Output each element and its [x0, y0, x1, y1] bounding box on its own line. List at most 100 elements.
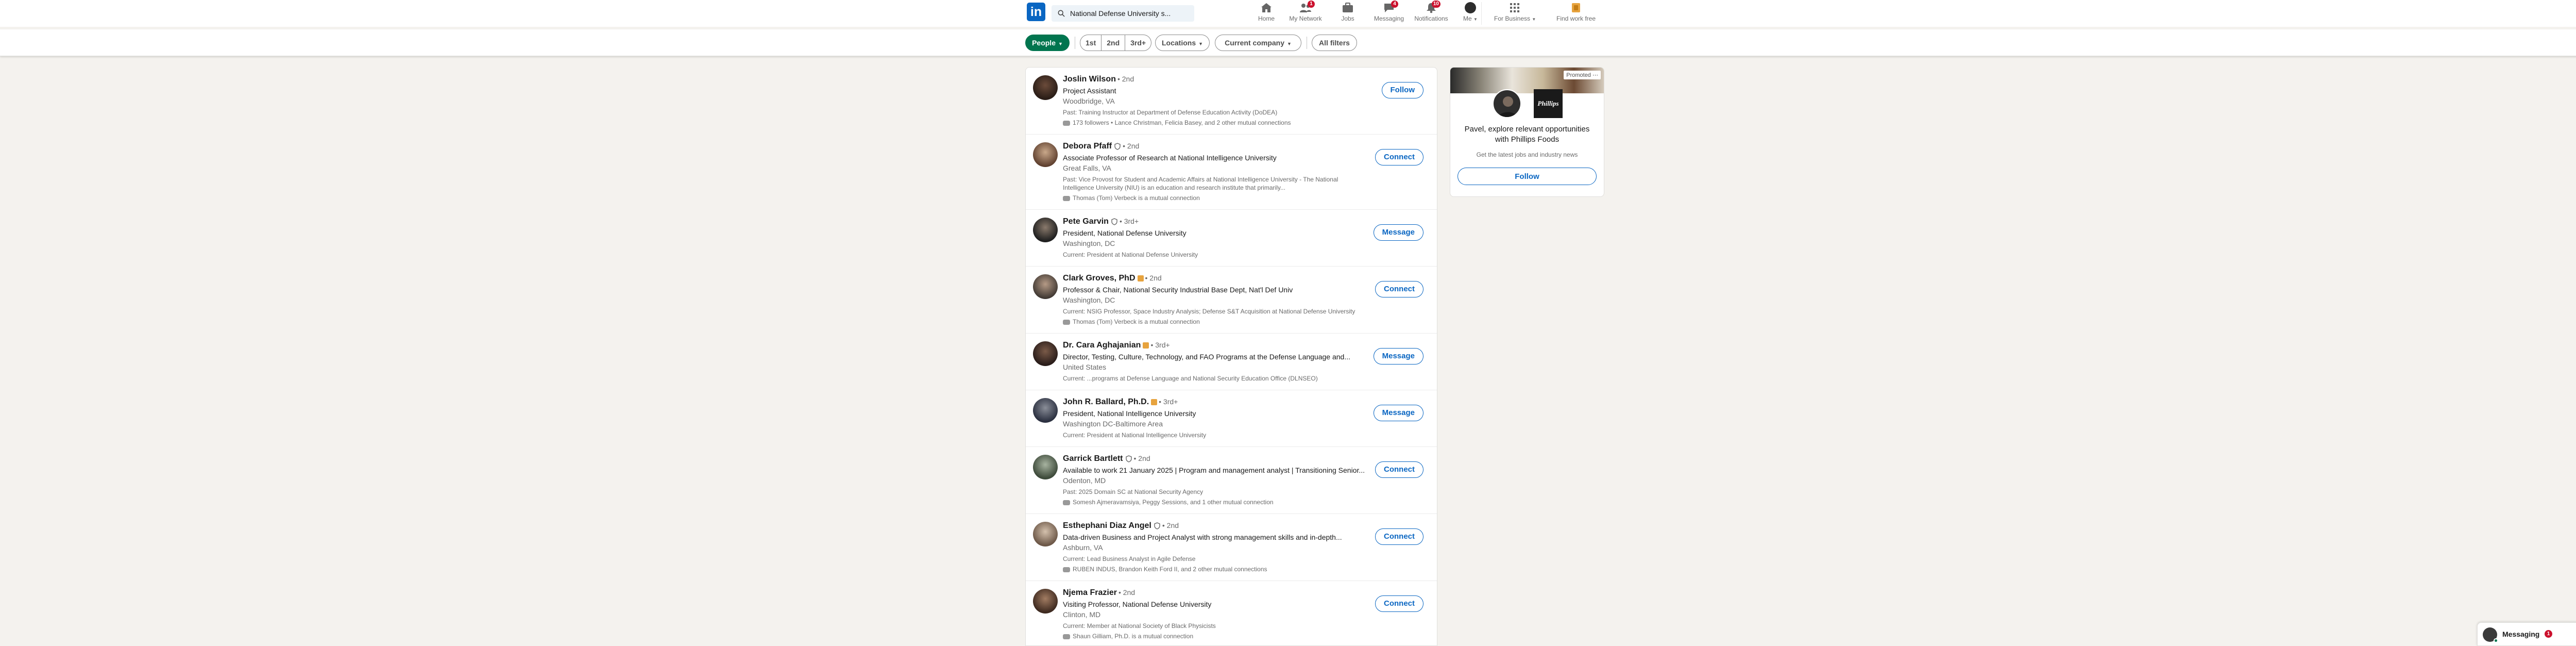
profile-summary: Past: Training Instructor at Department …	[1063, 109, 1278, 116]
connect-button[interactable]: Connect	[1375, 595, 1423, 612]
people-filter-button[interactable]: People ▼	[1025, 35, 1070, 51]
caret-down-icon: ▼	[1287, 41, 1292, 46]
verified-icon	[1154, 522, 1160, 529]
connection-degree: • 2nd	[1162, 521, 1179, 529]
degree-3rd-filter[interactable]: 3rd+	[1125, 35, 1151, 51]
search-input[interactable]	[1070, 5, 1189, 22]
nav-home[interactable]: Home	[1255, 2, 1278, 25]
result-body: Pete Garvin • 3rd+ President, National De…	[1063, 216, 1367, 259]
profile-avatar[interactable]	[1033, 455, 1058, 479]
profile-name-link[interactable]: John R. Ballard, Ph.D.	[1063, 397, 1149, 406]
current-company-filter-button[interactable]: Current company ▼	[1215, 35, 1301, 51]
profile-name-link[interactable]: Dr. Cara Aghajanian	[1063, 341, 1141, 350]
profile-name-link[interactable]: Pete Garvin	[1063, 217, 1109, 226]
message-button[interactable]: Message	[1373, 348, 1423, 365]
more-options-icon: ⋯	[1592, 72, 1598, 78]
search-box[interactable]	[1052, 5, 1194, 22]
nav-premium[interactable]: Find work free	[1552, 2, 1600, 25]
mutual-connections[interactable]: 173 followers • Lance Christman, Felicia…	[1063, 119, 1367, 127]
profile-name-link[interactable]: Debora Pfaff	[1063, 142, 1112, 151]
connection-degree: • 2nd	[1118, 588, 1136, 597]
nav-jobs-label: Jobs	[1341, 15, 1354, 22]
mutual-connections[interactable]: Shaun Gilliam, Ph.D. is a mutual connect…	[1063, 632, 1367, 640]
nav-me-label: Me ▼	[1461, 15, 1480, 22]
connection-degree: • 2nd	[1145, 274, 1162, 282]
result-name-line: Dr. Cara Aghajanian • 3rd+	[1063, 340, 1367, 351]
mutual-connections-text: Shaun Gilliam, Ph.D. is a mutual connect…	[1073, 633, 1194, 640]
connect-button[interactable]: Connect	[1375, 461, 1423, 478]
messaging-dock-badge: 1	[2545, 630, 2552, 638]
profile-avatar[interactable]	[1033, 522, 1058, 546]
profile-headline: Data-driven Business and Project Analyst…	[1063, 533, 1342, 541]
nav-notifications-badge: 10	[1431, 1, 1440, 8]
jobs-icon	[1343, 3, 1353, 12]
network-icon-wrap: 1	[1299, 1, 1315, 13]
all-filters-button[interactable]: All filters	[1312, 35, 1357, 51]
nav-messaging[interactable]: 4 Messaging	[1372, 1, 1405, 25]
mutual-connections[interactable]: Thomas (Tom) Verbeck is a mutual connect…	[1063, 318, 1367, 326]
result-body: Joslin Wilson • 2nd Project Assistant Woo…	[1063, 74, 1367, 127]
result-name-line: John R. Ballard, Ph.D. • 3rd+	[1063, 396, 1367, 407]
mutual-connections[interactable]: Thomas (Tom) Verbeck is a mutual connect…	[1063, 194, 1367, 202]
profile-name-link[interactable]: Garrick Bartlett	[1063, 454, 1123, 463]
me-avatar	[1465, 2, 1476, 13]
connect-button[interactable]: Connect	[1375, 281, 1423, 297]
mutual-connections-text: Somesh Ajmeravamsiya, Peggy Sessions, an…	[1073, 499, 1274, 506]
linkedin-logo[interactable]: in	[1027, 3, 1045, 21]
result-name-line: Njema Frazier • 2nd	[1063, 587, 1367, 598]
follow-button[interactable]: Follow	[1381, 82, 1423, 98]
profile-name-link[interactable]: Joslin Wilson	[1063, 75, 1116, 84]
result-body: Clark Groves, PhD • 2nd Professor & Chair…	[1063, 273, 1367, 326]
result-name-line: Pete Garvin • 3rd+	[1063, 216, 1367, 227]
nav-jobs[interactable]: Jobs	[1336, 2, 1359, 25]
profile-location: Woodbridge, VA	[1063, 97, 1115, 105]
profile-location: Great Falls, VA	[1063, 164, 1111, 172]
degree-2nd-filter[interactable]: 2nd	[1101, 35, 1125, 51]
result-row: Esthephani Diaz Angel • 2nd Data-driven B…	[1026, 514, 1437, 581]
message-button[interactable]: Message	[1373, 405, 1423, 421]
verified-icon	[1111, 218, 1117, 225]
result-row: Garrick Bartlett • 2nd Available to work …	[1026, 447, 1437, 514]
nav-for-business[interactable]: For Business ▼	[1494, 2, 1536, 25]
profile-summary: Past: Vice Provost for Student and Acade…	[1063, 176, 1338, 191]
nav-my-network[interactable]: 1 My Network	[1287, 1, 1324, 25]
connect-button[interactable]: Connect	[1375, 528, 1423, 545]
result-name-line: Garrick Bartlett • 2nd	[1063, 453, 1367, 464]
result-name-line: Debora Pfaff • 2nd	[1063, 141, 1367, 152]
profile-avatar[interactable]	[1033, 398, 1058, 423]
profile-avatar[interactable]	[1033, 274, 1058, 299]
nav-messaging-label: Messaging	[1374, 15, 1404, 22]
connect-button[interactable]: Connect	[1375, 149, 1423, 165]
result-row: Njema Frazier • 2nd Visiting Professor, N…	[1026, 581, 1437, 645]
result-row: Joslin Wilson • 2nd Project Assistant Woo…	[1026, 68, 1437, 135]
degree-1st-filter[interactable]: 1st	[1080, 35, 1101, 51]
profile-name-link[interactable]: Njema Frazier	[1063, 588, 1117, 597]
connection-degree: • 3rd+	[1159, 397, 1178, 406]
profile-avatar[interactable]	[1033, 75, 1058, 100]
profile-avatar[interactable]	[1033, 142, 1058, 167]
nav-notifications[interactable]: 10 Notifications	[1413, 1, 1450, 25]
mutual-connections[interactable]: Somesh Ajmeravamsiya, Peggy Sessions, an…	[1063, 498, 1367, 506]
messaging-dock[interactable]: Messaging 1 ⋯ ✎ ⌃	[2477, 622, 2576, 646]
profile-avatar[interactable]	[1033, 218, 1058, 242]
profile-summary: Current: ...programs at Defense Language…	[1063, 375, 1318, 382]
grid-icon	[1510, 3, 1519, 12]
profile-avatar[interactable]	[1033, 341, 1058, 366]
profile-avatar[interactable]	[1033, 589, 1058, 614]
online-status-dot	[2494, 638, 2498, 643]
global-nav: in Home 1 My Network Jobs 4 Messaging 10	[0, 0, 2576, 27]
profile-name-link[interactable]: Esthephani Diaz Angel	[1063, 521, 1151, 530]
message-button[interactable]: Message	[1373, 224, 1423, 241]
ad-follow-button[interactable]: Follow	[1458, 168, 1597, 185]
nav-premium-label: Find work free	[1556, 15, 1596, 22]
nav-me[interactable]: Me ▼	[1461, 2, 1480, 25]
people-icon	[1063, 634, 1070, 639]
promoted-label[interactable]: Promoted ⋯	[1564, 71, 1601, 79]
connection-degree: • 2nd	[1123, 142, 1140, 150]
mutual-connections[interactable]: RUBEN INDUS, Brandon Keith Ford II, and …	[1063, 565, 1367, 573]
locations-filter-button[interactable]: Locations ▼	[1155, 35, 1210, 51]
result-body: Debora Pfaff • 2nd Associate Professor of…	[1063, 141, 1367, 202]
connection-degree-group: 1st 2nd 3rd+	[1080, 35, 1152, 51]
profile-name-link[interactable]: Clark Groves, PhD	[1063, 274, 1136, 283]
verified-icon	[1114, 143, 1121, 150]
